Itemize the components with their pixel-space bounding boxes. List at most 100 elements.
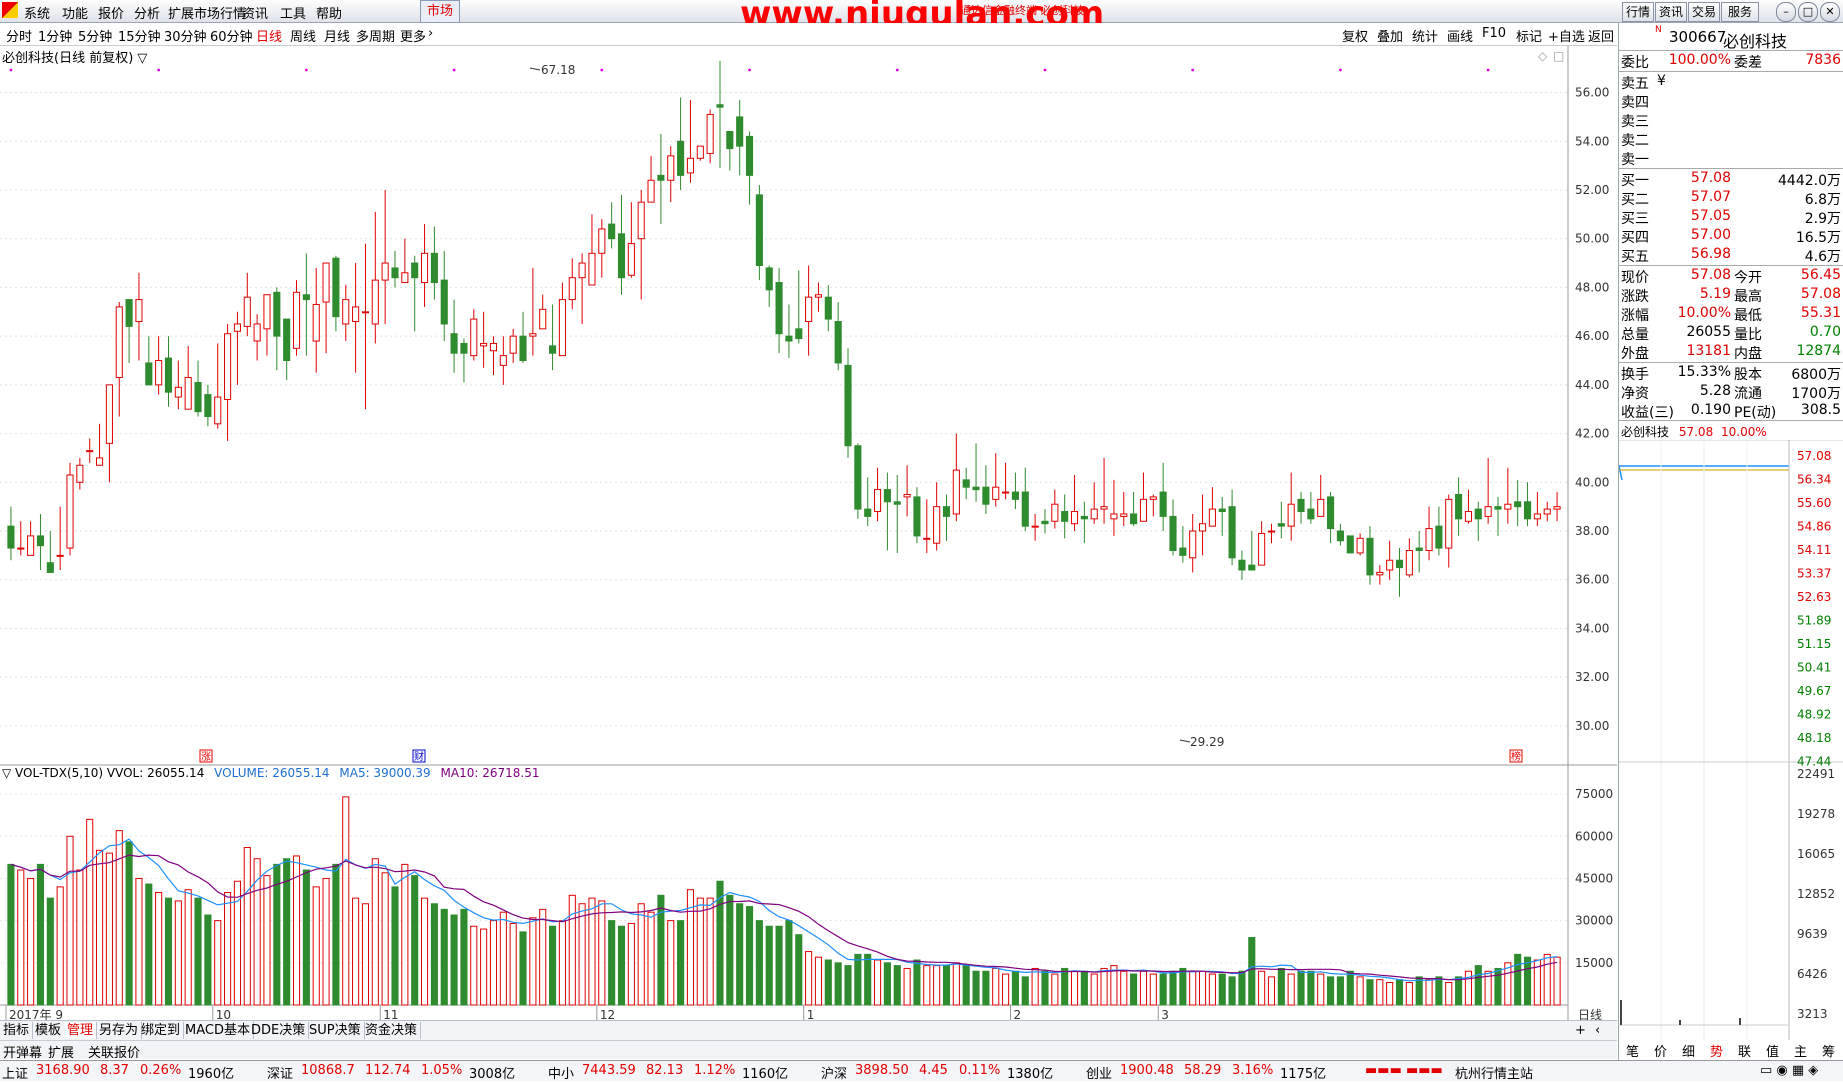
quote-tab[interactable]: 势 [1710,1041,1723,1060]
system-tray-icon[interactable]: ▭ ◉ ▦ ◈ [1760,1063,1818,1078]
diamond-icon[interactable]: ◇ [1538,49,1548,63]
tab-indicator[interactable]: 指标 [0,1022,34,1039]
scroll-left-icon[interactable]: ‹ [1592,1022,1603,1039]
quote-button[interactable]: 行情 [1622,2,1654,22]
candle-body [1386,559,1394,571]
candle-body [1149,496,1157,500]
ticker-value: 1.12% [694,1063,736,1078]
volume-bar [1297,970,1305,1006]
quote-tab[interactable]: 联 [1738,1041,1751,1060]
ticker-index-name[interactable]: 创业 [1086,1063,1112,1082]
ask-row: 卖二 [1621,130,1841,149]
tab-macd[interactable]: MACD基本 [182,1022,254,1039]
tab-extend[interactable]: 扩展 [48,1042,74,1061]
tool-overlay[interactable]: 叠加 [1377,26,1403,45]
quote-tab[interactable]: 筹 [1822,1041,1835,1060]
tool-back[interactable]: 返回 [1588,26,1614,45]
server-name[interactable]: 杭州行情主站 [1455,1063,1533,1082]
tab-related-quote[interactable]: 关联报价 [88,1042,140,1061]
ticker-index-name[interactable]: 沪深 [821,1063,847,1082]
menu-extended-market[interactable]: 扩展市场行情 [168,3,246,22]
volume-bar [1523,956,1532,1006]
tool-statistics[interactable]: 统计 [1412,26,1438,45]
candle-body [283,318,291,361]
menu-quote[interactable]: 报价 [98,3,124,22]
tab-bind-to[interactable]: 绑定到 [138,1022,185,1039]
tab-template[interactable]: 模板 [32,1022,66,1039]
fundamental-value: 1700万 [1791,386,1841,402]
period-weekly[interactable]: 周线 [290,26,316,45]
period-1min[interactable]: 1分钟 [38,26,72,45]
event-marker-finance[interactable]: 财 [412,749,426,763]
window-toggle-icon[interactable]: □ [1553,49,1564,63]
menu-news[interactable]: 资讯 [242,3,268,22]
tab-save-as[interactable]: 另存为 [96,1022,143,1039]
volume-indicator-header[interactable]: ▽ VOL-TDX(5,10) VVOL: 26055.14 VOLUME: 2… [2,766,539,780]
app-logo-icon[interactable] [2,2,18,18]
intraday-mini-chart[interactable]: 57.08 56.34 55.60 54.86 54.11 53.37 52.63 51.89… [1619,440,1843,1040]
tool-f10[interactable]: F10 [1482,26,1506,41]
quote-tab[interactable]: 价 [1654,1041,1667,1060]
period-30min[interactable]: 30分钟 [164,26,207,45]
market-tab[interactable]: 市场 [420,0,460,23]
tab-manage[interactable]: 管理 [64,1022,98,1039]
tool-restore-right[interactable]: 复权 [1342,26,1368,45]
period-more[interactable]: 更多 [400,26,426,45]
period-15min[interactable]: 15分钟 [118,26,161,45]
ticker-index-name[interactable]: 上证 [2,1063,28,1082]
zoom-in-icon[interactable]: + [1572,1022,1589,1039]
quote-tab[interactable]: 笔 [1626,1041,1639,1060]
trade-button[interactable]: 交易 [1688,2,1720,22]
candle-body [145,362,153,386]
period-60min[interactable]: 60分钟 [210,26,253,45]
menu-help[interactable]: 帮助 [316,3,342,22]
menu-system[interactable]: 系统 [24,3,50,22]
tool-mark[interactable]: 标记 [1516,26,1542,45]
quote-tab[interactable]: 主 [1794,1041,1807,1060]
fundamental-value: 15.33% [1677,364,1731,380]
volume-bar [1415,976,1423,1006]
period-intraday[interactable]: 分时 [6,26,32,45]
menu-analysis[interactable]: 分析 [134,3,160,22]
volume-bar [903,967,911,1006]
candle-body [982,486,990,505]
minimize-icon[interactable]: – [1776,2,1796,22]
tool-add-watchlist[interactable]: +自选 [1548,26,1585,45]
candle-body [1425,528,1433,552]
quote-tab[interactable]: 细 [1682,1041,1695,1060]
quote-panel: N 300667 必创科技 委比 100.00% 委差 7836 卖五 ¥ 卖四 卖三… [1618,23,1843,1060]
event-marker-rise[interactable]: 涨 [199,749,213,763]
menu-tools[interactable]: 工具 [280,3,306,22]
period-toolbar: 分时 1分钟 5分钟 15分钟 30分钟 60分钟 日线 周线 月线 多周期 更… [0,23,1617,46]
tab-sup[interactable]: SUP决策 [306,1022,365,1039]
news-button[interactable]: 资讯 [1655,2,1687,22]
event-marker-list[interactable]: 榜 [1509,749,1523,763]
period-5min[interactable]: 5分钟 [78,26,112,45]
menu-function[interactable]: 功能 [62,3,88,22]
volume-bar [578,903,586,1006]
tool-draw-line[interactable]: 画线 [1447,26,1473,45]
tab-fund[interactable]: 资金决策 [362,1022,422,1039]
volume-bar [470,925,478,1006]
stat-value: 5.19 [1699,286,1731,302]
volume-bar [86,818,94,1006]
quote-tab[interactable]: 值 [1766,1041,1779,1060]
kline-chart[interactable]: 56.00 54.00 52.00 50.00 48.00 46.00 44.00 42.00… [0,46,1617,1021]
candle-body [1267,530,1276,533]
tab-dde[interactable]: DDE决策 [248,1022,310,1039]
mini-price-label: 56.34 [1797,473,1831,487]
service-button[interactable]: 服务 [1721,2,1759,22]
close-icon[interactable]: ✕ [1820,2,1840,22]
chevron-right-icon[interactable]: › [428,26,433,41]
mini-price-label: 48.18 [1797,731,1831,745]
ticker-index-name[interactable]: 中小 [548,1063,574,1082]
ticker-index-name[interactable]: 深证 [267,1063,293,1082]
toggle-danmaku[interactable]: 开弹幕 [3,1042,42,1061]
period-daily[interactable]: 日线 [256,26,282,45]
period-monthly[interactable]: 月线 [324,26,350,45]
period-multi[interactable]: 多周期 [356,26,395,45]
candle-body [322,262,330,303]
volume-bar [805,951,813,1006]
volume-bar [105,852,113,1006]
maximize-icon[interactable]: □ [1798,2,1818,22]
